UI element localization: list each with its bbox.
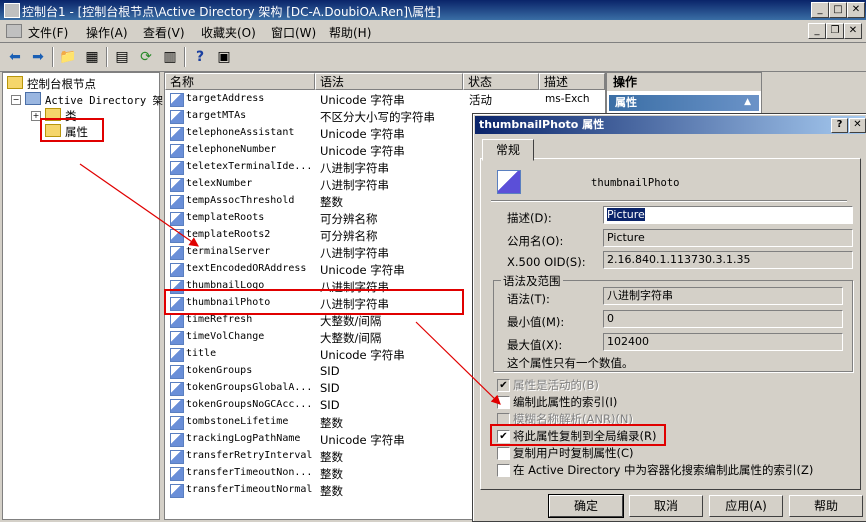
tab-general[interactable]: 常规 [482, 139, 534, 161]
arrow-to-checkbox [415, 321, 501, 405]
arrow-to-list [79, 163, 199, 247]
annotation-arrows [79, 163, 501, 405]
